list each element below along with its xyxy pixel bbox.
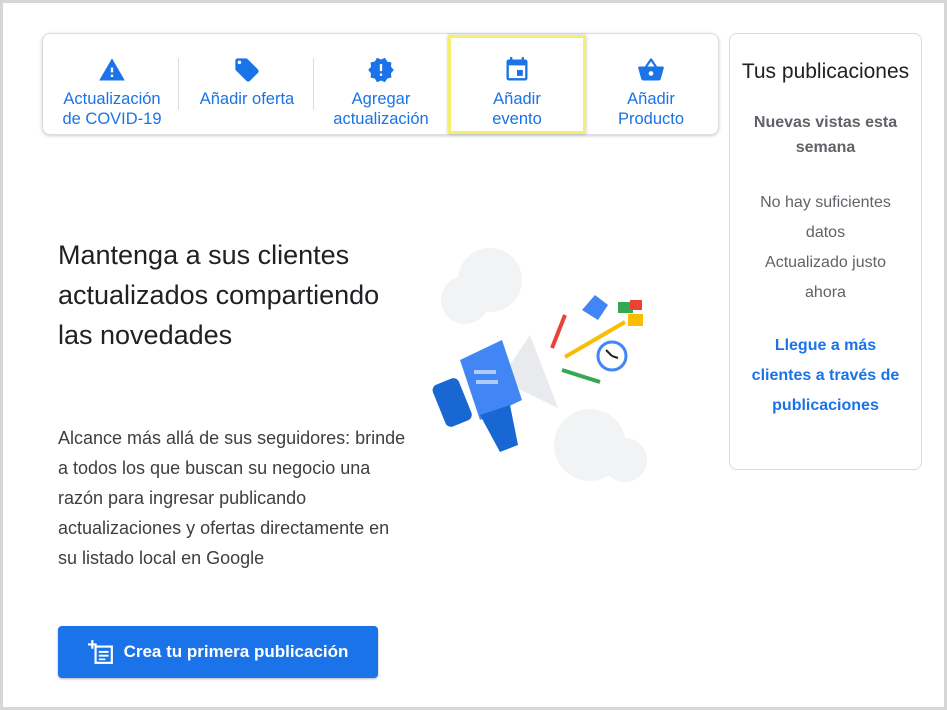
create-first-post-button[interactable]: Crea tu primera publicación bbox=[58, 626, 378, 678]
covid-update-button[interactable]: Actualización de COVID-19 bbox=[47, 34, 177, 134]
add-offer-button[interactable]: Añadir oferta bbox=[181, 34, 313, 134]
calendar-icon bbox=[506, 57, 528, 81]
no-data-label: No hay suficientes datos bbox=[760, 194, 891, 241]
covid-update-label: Actualización de COVID-19 bbox=[62, 90, 162, 128]
megaphone-illustration-icon bbox=[432, 248, 647, 482]
post-type-toolbar: Actualización de COVID-19 Añadir oferta … bbox=[42, 33, 719, 135]
add-product-button[interactable]: Añadir Producto bbox=[585, 34, 717, 134]
add-offer-label: Añadir oferta bbox=[199, 90, 295, 108]
add-product-label: Añadir Producto bbox=[617, 90, 685, 128]
page-description: Alcance más allá de sus seguidores: brin… bbox=[58, 428, 406, 568]
create-first-post-label: Crea tu primera publicación bbox=[123, 642, 349, 661]
panel-title: Tus publicaciones bbox=[741, 60, 910, 83]
reach-customers-link[interactable]: Llegue a más clientes a través de public… bbox=[730, 331, 921, 421]
your-posts-panel: Tus publicaciones Nuevas vistas esta sem… bbox=[729, 33, 922, 470]
shopping-basket-icon bbox=[638, 58, 664, 81]
add-update-label: Agregar actualización bbox=[333, 90, 429, 128]
updated-label: Actualizado justo ahora bbox=[765, 254, 886, 301]
tag-icon bbox=[235, 58, 259, 82]
add-event-label: Añadir evento bbox=[492, 90, 542, 128]
new-views-label: Nuevas vistas esta semana bbox=[753, 114, 898, 156]
warning-icon bbox=[99, 58, 125, 81]
add-post-icon bbox=[87, 640, 113, 664]
divider bbox=[313, 58, 314, 110]
page-headline: Mantenga a sus clientes actualizados com… bbox=[58, 240, 380, 350]
divider bbox=[178, 58, 179, 110]
no-data-text: No hay suficientes datos Actualizado jus… bbox=[730, 188, 921, 308]
alert-badge-icon bbox=[368, 57, 394, 83]
add-update-button[interactable]: Agregar actualización bbox=[315, 34, 447, 134]
add-event-button[interactable]: Añadir evento bbox=[451, 34, 583, 134]
